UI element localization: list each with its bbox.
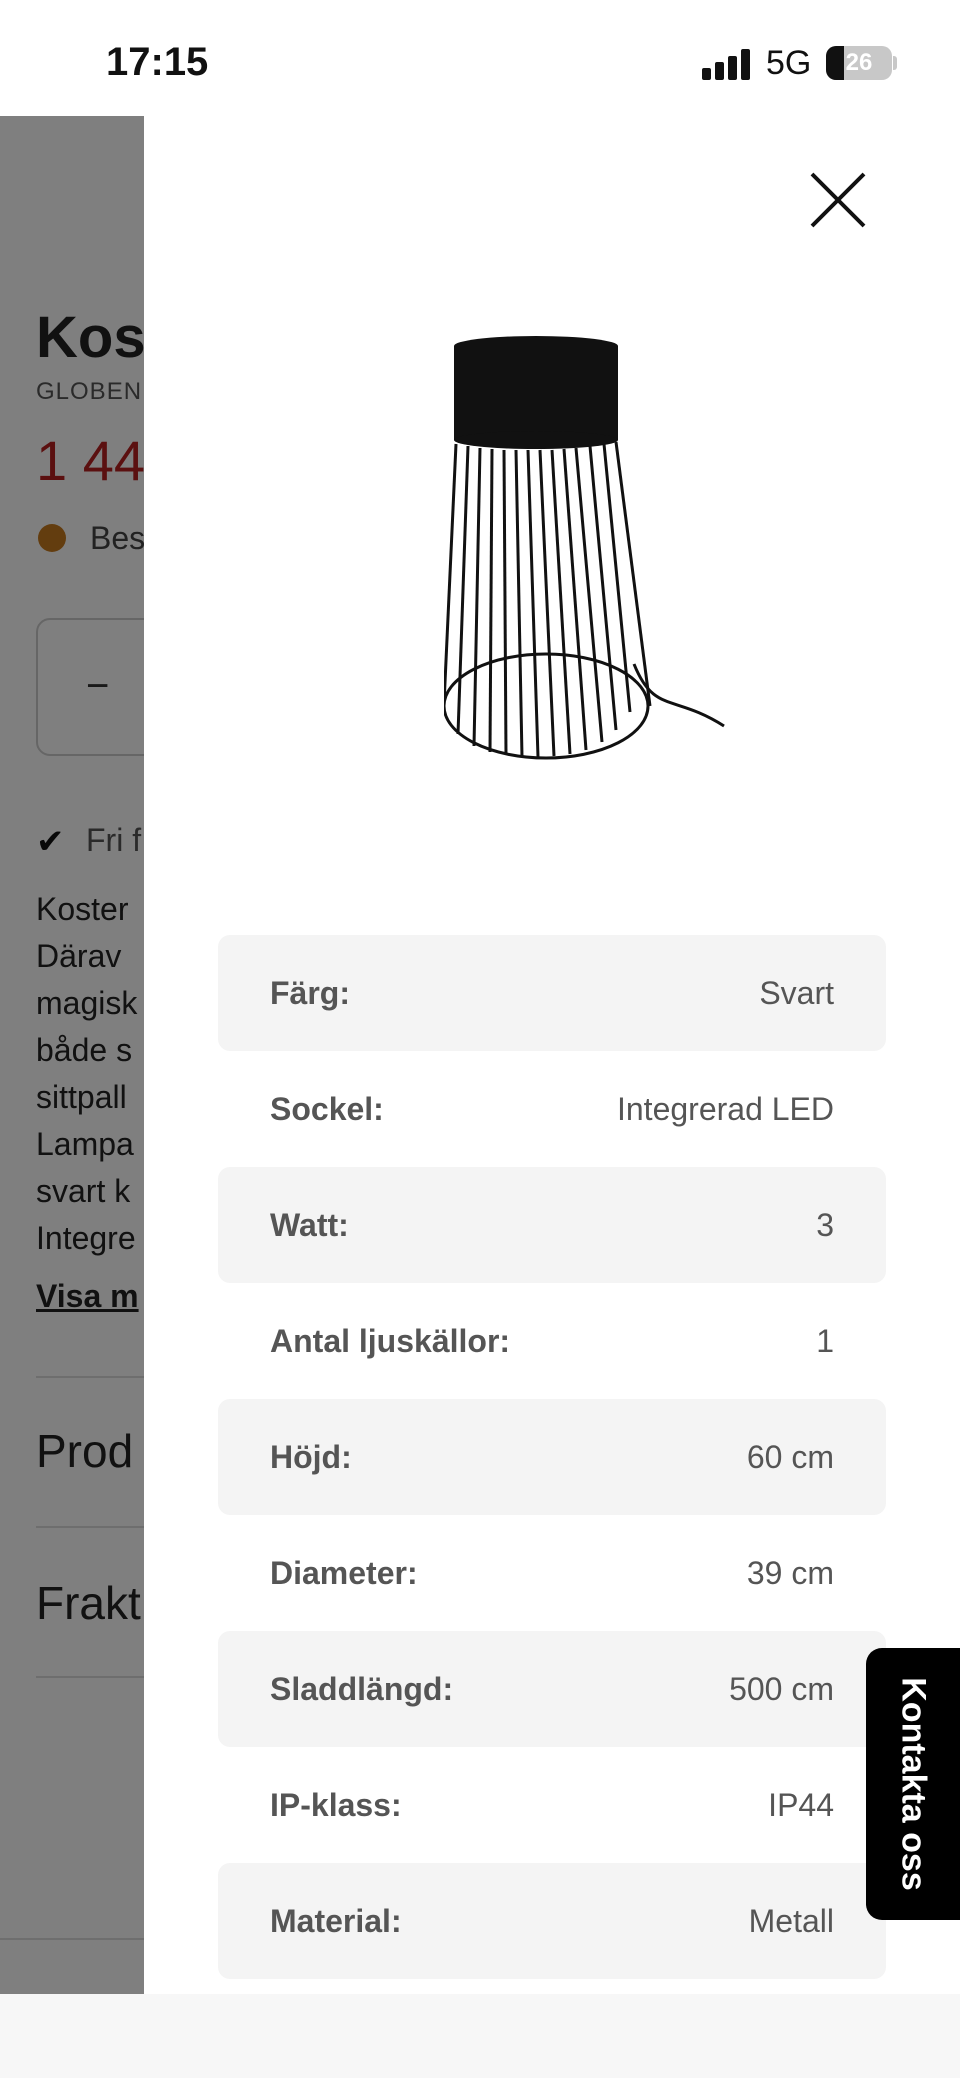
product-image <box>444 336 725 760</box>
spec-value: 60 cm <box>746 1438 834 1475</box>
status-bar: 17:15 5G 26 <box>0 0 960 116</box>
spec-label: Höjd: <box>270 1438 352 1475</box>
spec-label: Diameter: <box>270 1554 418 1591</box>
status-time: 17:15 <box>106 40 209 84</box>
spec-row-cord-length: Sladdlängd: 500 cm <box>218 1631 886 1747</box>
spec-label: Antal ljuskällor: <box>270 1322 511 1359</box>
spec-value: IP44 <box>768 1786 834 1823</box>
product-details-drawer: Färg: Svart Sockel: Integrerad LED Watt:… <box>144 116 960 1994</box>
spec-table: Färg: Svart Sockel: Integrerad LED Watt:… <box>218 935 886 1979</box>
spec-value: Integrerad LED <box>616 1090 834 1127</box>
spec-value: Svart <box>759 974 834 1011</box>
spec-label: Material: <box>270 1902 402 1939</box>
battery-icon: 26 <box>826 46 892 80</box>
battery-level: 26 <box>845 49 873 76</box>
spec-value: 3 <box>816 1206 834 1243</box>
spec-row-color: Färg: Svart <box>218 935 886 1051</box>
close-icon <box>810 172 866 228</box>
spec-label: Watt: <box>270 1206 349 1243</box>
network-type: 5G <box>766 44 812 82</box>
spec-label: Färg: <box>270 974 350 1011</box>
battery-tip <box>893 56 897 70</box>
contact-us-button[interactable]: Kontakta oss <box>866 1648 960 1920</box>
spec-row-ip-class: IP-klass: IP44 <box>218 1747 886 1863</box>
spec-label: Sockel: <box>270 1090 384 1127</box>
spec-label: Sladdlängd: <box>270 1670 454 1707</box>
spec-value: 39 cm <box>746 1554 834 1591</box>
spec-value: Metall <box>748 1902 834 1939</box>
spec-row-socket: Sockel: Integrerad LED <box>218 1051 886 1167</box>
contact-us-label: Kontakta oss <box>894 1677 933 1891</box>
close-button[interactable] <box>804 166 872 234</box>
spec-row-diameter: Diameter: 39 cm <box>218 1515 886 1631</box>
spec-row-light-sources: Antal ljuskällor: 1 <box>218 1283 886 1399</box>
spec-label: IP-klass: <box>270 1786 402 1823</box>
signal-icon <box>702 48 752 80</box>
bottom-browser-area <box>0 1994 960 2078</box>
spec-value: 500 cm <box>729 1670 834 1707</box>
spec-row-height: Höjd: 60 cm <box>218 1399 886 1515</box>
spec-row-material: Material: Metall <box>218 1863 886 1979</box>
spec-row-watt: Watt: 3 <box>218 1167 886 1283</box>
spec-value: 1 <box>816 1322 834 1359</box>
